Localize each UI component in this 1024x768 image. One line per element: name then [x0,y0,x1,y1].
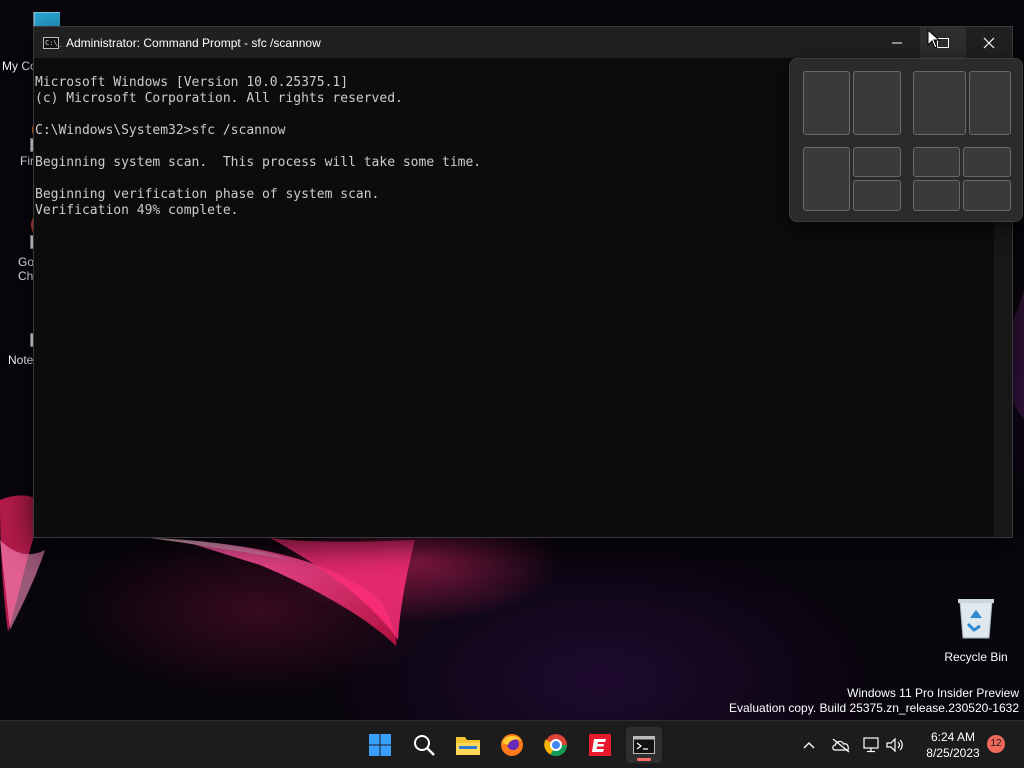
window-titlebar[interactable]: C:\_ Administrator: Command Prompt - sfc… [34,27,1012,58]
cmd-icon: C:\_ [43,36,62,49]
chevron-up-icon [803,742,815,749]
onedrive-icon [832,738,850,753]
minimize-icon [892,42,902,43]
taskbar-espn[interactable] [582,727,618,763]
search-icon [414,735,435,756]
evaluation-watermark: Windows 11 Pro Insider Preview Evaluatio… [729,686,1019,716]
espn-icon [589,734,611,756]
volume-icon [886,737,903,753]
window-title: Administrator: Command Prompt - sfc /sca… [66,35,321,50]
recycle-bin-icon [958,599,994,639]
taskbar-firefox[interactable] [494,727,530,763]
start-icon [369,734,391,756]
snap-zone[interactable] [963,147,1011,177]
network-icon [863,737,879,753]
clock-date: 8/25/2023 [926,746,980,760]
file-explorer-icon [456,737,480,755]
snap-zone[interactable] [913,180,960,211]
snap-zone[interactable] [803,71,850,135]
recycle-bin-label: Recycle Bin [944,650,1008,664]
snap-layouts-flyout [789,58,1023,222]
notification-badge[interactable]: 12 [987,735,1005,753]
snap-zone[interactable] [853,180,901,211]
close-button[interactable] [966,27,1012,58]
snap-zone[interactable] [913,147,960,177]
clock-time: 6:24 AM [930,730,976,744]
firefox-icon [501,734,523,756]
start-button[interactable] [362,727,398,763]
tray-onedrive[interactable] [831,735,851,755]
taskbar-terminal[interactable] [626,727,662,763]
mouse-cursor-icon [927,29,941,49]
taskbar-chrome[interactable] [538,727,574,763]
desktop-icon-recycle-bin[interactable]: Recycle Bin [940,596,1012,664]
tray-network[interactable] [862,735,882,755]
tray-volume[interactable] [885,735,905,755]
snap-zone[interactable] [853,147,901,177]
show-hidden-icons-button[interactable] [799,735,819,755]
snap-zone[interactable] [969,71,1011,135]
minimize-button[interactable] [874,27,920,58]
snap-zone[interactable] [913,71,966,135]
chrome-icon [544,734,567,756]
search-button[interactable] [406,727,442,763]
watermark-line-1: Windows 11 Pro Insider Preview [847,686,1019,700]
terminal-icon [633,736,655,754]
taskbar-clock[interactable]: 6:24 AM 8/25/2023 [916,729,990,761]
watermark-line-2: Evaluation copy. Build 25375.zn_release.… [729,701,1019,715]
active-app-indicator [637,758,651,761]
taskbar: 6:24 AM 8/25/2023 12 [0,720,1024,768]
snap-zone[interactable] [963,180,1011,211]
snap-zone[interactable] [803,147,850,211]
snap-zone[interactable] [853,71,901,135]
taskbar-file-explorer[interactable] [450,727,486,763]
close-icon [983,37,995,48]
